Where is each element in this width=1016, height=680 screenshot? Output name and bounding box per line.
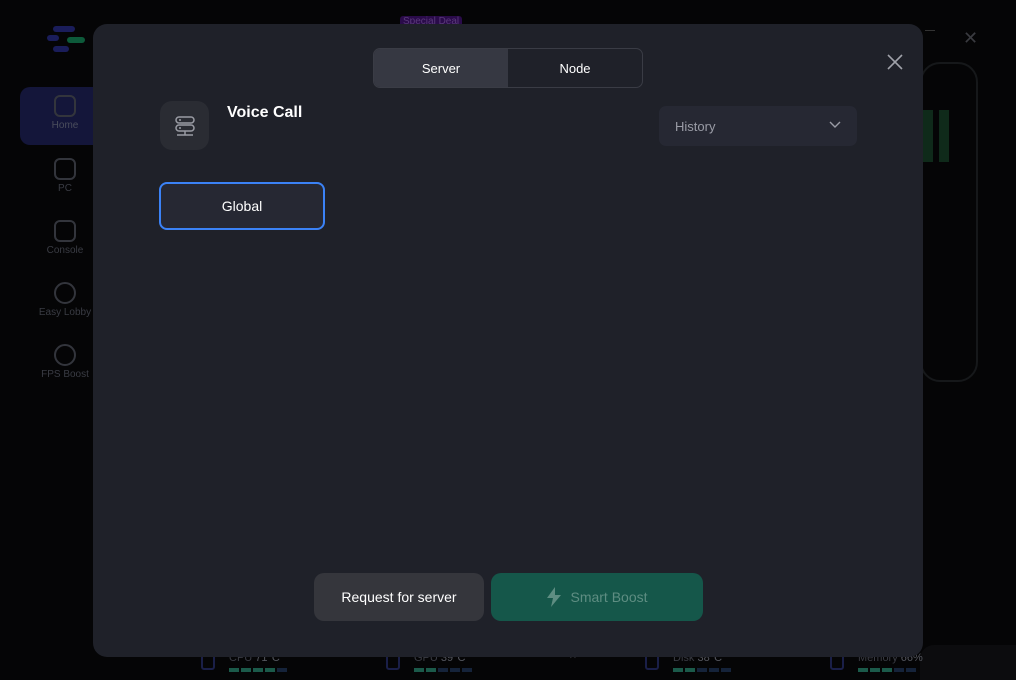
meter-segment [426, 668, 436, 672]
sidebar-label: Console [46, 245, 84, 256]
stat-meter [858, 668, 923, 672]
minimize-button[interactable] [925, 30, 935, 31]
crosshair-icon [54, 282, 76, 304]
sidebar-label: Easy Lobby [38, 307, 92, 318]
server-selection-dialog: Server Node Voice Call History Global Re… [93, 24, 923, 657]
request-server-button[interactable]: Request for server [314, 573, 484, 621]
game-title: Voice Call [227, 104, 303, 121]
history-dropdown[interactable]: History [659, 106, 857, 146]
server-icon [160, 101, 209, 150]
meter-segment [277, 668, 287, 672]
chevron-down-icon [829, 121, 841, 128]
tab-server[interactable]: Server [374, 49, 508, 87]
meter-segment [858, 668, 868, 672]
speedometer-icon [54, 344, 76, 366]
tab-node[interactable]: Node [508, 49, 642, 87]
meter-segment [894, 668, 904, 672]
meter-segment [265, 668, 275, 672]
history-label: History [675, 118, 716, 134]
meter-segment [438, 668, 448, 672]
close-icon[interactable] [885, 52, 905, 72]
lightning-icon [547, 587, 562, 607]
sidebar-label: Home [51, 120, 79, 131]
background-bars [923, 110, 955, 167]
background-corner [920, 645, 1016, 680]
meter-segment [709, 668, 719, 672]
tab-bar: Server Node [373, 48, 643, 88]
meter-segment [414, 668, 424, 672]
meter-segment [697, 668, 707, 672]
meter-segment [721, 668, 731, 672]
meter-segment [229, 668, 239, 672]
smart-boost-button[interactable]: Smart Boost [491, 573, 703, 621]
monitor-icon [54, 158, 76, 180]
home-icon [54, 95, 76, 117]
meter-segment [673, 668, 683, 672]
app-logo [47, 26, 85, 54]
stat-meter [414, 668, 472, 672]
gamepad-icon [54, 220, 76, 242]
stat-meter [229, 668, 287, 672]
meter-segment [462, 668, 472, 672]
meter-segment [870, 668, 880, 672]
sidebar-label: FPS Boost [41, 369, 89, 380]
meter-segment [450, 668, 460, 672]
window-close-button[interactable]: ✕ [963, 28, 978, 49]
meter-segment [882, 668, 892, 672]
smart-boost-label: Smart Boost [570, 589, 648, 605]
meter-segment [906, 668, 916, 672]
region-option-global[interactable]: Global [159, 182, 325, 230]
meter-segment [241, 668, 251, 672]
sidebar-label: PC [58, 183, 72, 194]
stat-meter [673, 668, 731, 672]
meter-segment [253, 668, 263, 672]
meter-segment [685, 668, 695, 672]
